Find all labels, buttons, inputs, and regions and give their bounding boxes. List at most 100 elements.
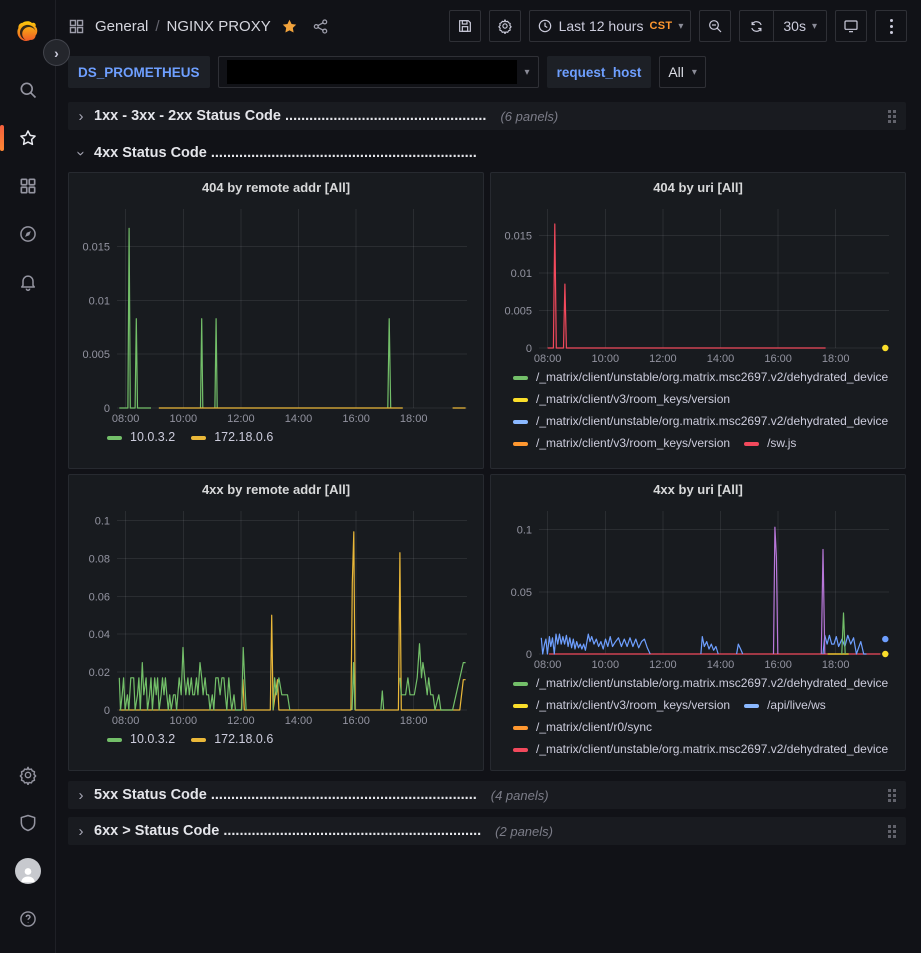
refresh-interval-dropdown[interactable]: 30s ▾: [773, 11, 826, 41]
legend-series-swatch: [513, 726, 528, 730]
legend-item[interactable]: /sw.js: [744, 436, 796, 451]
legend-series-swatch: [191, 436, 206, 440]
panel-title[interactable]: 404 by uri [All]: [499, 178, 897, 200]
svg-text:0.005: 0.005: [504, 305, 532, 317]
legend-item[interactable]: 172.18.0.6: [191, 732, 273, 747]
panel-title[interactable]: 4xx by uri [All]: [499, 480, 897, 502]
variable-label-request-host[interactable]: request_host: [547, 56, 652, 88]
svg-text:0.08: 0.08: [89, 553, 110, 565]
time-range-picker[interactable]: Last 12 hours CST ▾: [529, 10, 692, 42]
row-title: 1xx - 3xx - 2xx Status Code ............…: [94, 108, 486, 124]
legend-item[interactable]: /_matrix/client/unstable/org.matrix.msc2…: [513, 742, 888, 757]
legend-series-swatch: [107, 738, 122, 742]
breadcrumb-section[interactable]: General: [95, 18, 148, 35]
variable-label-ds-prometheus[interactable]: DS_PROMETHEUS: [68, 56, 210, 88]
legend-series-label: /_matrix/client/unstable/org.matrix.msc2…: [536, 414, 888, 429]
grafana-app: › General / NGINX PROXY: [0, 0, 921, 953]
sidebar-item-dashboards[interactable]: [6, 166, 50, 206]
svg-text:14:00: 14:00: [707, 659, 735, 671]
sidebar-item-server-admin[interactable]: [6, 803, 50, 843]
timeseries-chart[interactable]: 00.0050.010.01508:0010:0012:0014:0016:00…: [499, 200, 897, 366]
panel-title[interactable]: 404 by remote addr [All]: [77, 178, 475, 200]
legend-item[interactable]: /_matrix/client/v3/room_keys/version: [513, 436, 730, 451]
svg-text:10:00: 10:00: [170, 715, 198, 727]
variable-value-ds-prometheus[interactable]: ▾: [218, 56, 539, 88]
legend-item[interactable]: /_matrix/client/v3/room_keys/version: [513, 392, 730, 407]
refresh-group: 30s ▾: [739, 10, 827, 42]
dashboard-variables-bar: DS_PROMETHEUS ▾ request_host All ▾: [56, 52, 921, 92]
legend-item[interactable]: /_matrix/client/unstable/org.matrix.msc2…: [513, 676, 888, 691]
time-range-label: Last 12 hours: [559, 18, 644, 34]
sidebar-item-help[interactable]: [6, 899, 50, 939]
svg-text:12:00: 12:00: [227, 715, 255, 727]
legend-series-swatch: [513, 748, 528, 752]
legend-item[interactable]: /_matrix/client/unstable/org.matrix.msc2…: [513, 370, 888, 385]
legend-item[interactable]: 10.0.3.2: [107, 430, 175, 445]
legend-item[interactable]: 10.0.3.2: [107, 732, 175, 747]
row-drag-handle[interactable]: [886, 787, 898, 804]
svg-text:0: 0: [104, 403, 110, 415]
dashboards-breadcrumb-icon: [68, 18, 85, 35]
variable-selected-value: All: [668, 64, 684, 80]
sidebar-expand-button[interactable]: ›: [43, 39, 70, 66]
row-panel-count: (4 panels): [491, 788, 549, 803]
save-dashboard-button[interactable]: [449, 10, 481, 42]
svg-text:0.04: 0.04: [89, 629, 110, 641]
timeseries-chart[interactable]: 00.0050.010.01508:0010:0012:0014:0016:00…: [77, 200, 475, 426]
sidebar-item-search[interactable]: [6, 70, 50, 110]
timeseries-chart[interactable]: 00.050.108:0010:0012:0014:0016:0018:00: [499, 502, 897, 672]
expanded-chevron-icon: ›: [73, 148, 90, 158]
legend-item[interactable]: /_matrix/client/v3/room_keys/version: [513, 698, 730, 713]
share-icon[interactable]: [312, 18, 329, 35]
favorite-star-icon[interactable]: [281, 18, 298, 35]
dashboards-grid-icon: [18, 176, 38, 196]
gear-icon: [18, 765, 38, 785]
grafana-logo[interactable]: [6, 12, 50, 52]
row-header-4xx[interactable]: › 4xx Status Code ......................…: [68, 139, 906, 167]
row-drag-handle[interactable]: [886, 823, 898, 840]
row-header-6xx[interactable]: › 6xx > Status Code ....................…: [68, 817, 906, 845]
main-area: General / NGINX PROXY: [56, 0, 921, 953]
refresh-button[interactable]: [740, 11, 773, 41]
svg-text:14:00: 14:00: [707, 353, 735, 365]
legend-item[interactable]: /api/live/ws: [744, 698, 826, 713]
svg-text:14:00: 14:00: [285, 715, 313, 727]
tv-mode-button[interactable]: [835, 10, 867, 42]
svg-text:18:00: 18:00: [400, 715, 428, 727]
legend-series-label: 10.0.3.2: [130, 732, 175, 747]
breadcrumb-dashboard-title[interactable]: NGINX PROXY: [167, 18, 271, 35]
svg-text:16:00: 16:00: [342, 413, 370, 425]
row-header-5xx[interactable]: › 5xx Status Code ......................…: [68, 781, 906, 809]
panel-404-by-remote-addr: 404 by remote addr [All] 00.0050.010.015…: [68, 172, 484, 469]
sidebar-item-alerting[interactable]: [6, 262, 50, 302]
variable-value-request-host[interactable]: All ▾: [659, 56, 706, 88]
row-header-1xx-3xx-2xx[interactable]: › 1xx - 3xx - 2xx Status Code ..........…: [68, 102, 906, 130]
sidebar-item-starred[interactable]: [6, 118, 50, 158]
dashboard-settings-button[interactable]: [489, 10, 521, 42]
chevron-down-icon: ▾: [678, 21, 683, 32]
legend-item[interactable]: /_matrix/client/unstable/org.matrix.msc2…: [513, 414, 888, 429]
legend-item[interactable]: 172.18.0.6: [191, 430, 273, 445]
sidebar-item-profile[interactable]: [6, 851, 50, 891]
more-options-button[interactable]: [875, 10, 907, 42]
dashboard-canvas: › 1xx - 3xx - 2xx Status Code ..........…: [56, 92, 921, 953]
legend-series-label: /_matrix/client/unstable/org.matrix.msc2…: [536, 676, 888, 691]
svg-text:16:00: 16:00: [764, 353, 792, 365]
timeseries-chart[interactable]: 00.020.040.060.080.108:0010:0012:0014:00…: [77, 502, 475, 728]
sidebar-item-configuration[interactable]: [6, 755, 50, 795]
svg-text:0.01: 0.01: [89, 295, 110, 307]
svg-text:08:00: 08:00: [112, 715, 140, 727]
svg-text:08:00: 08:00: [112, 413, 140, 425]
chevron-down-icon: ▾: [692, 67, 697, 78]
svg-text:08:00: 08:00: [534, 353, 562, 365]
legend-series-label: /_matrix/client/unstable/org.matrix.msc2…: [536, 370, 888, 385]
panel-title[interactable]: 4xx by remote addr [All]: [77, 480, 475, 502]
svg-text:0.01: 0.01: [511, 268, 532, 280]
panel-404-by-uri: 404 by uri [All] 00.0050.010.01508:0010:…: [490, 172, 906, 469]
legend-series-label: /_matrix/client/r0/sync: [536, 720, 652, 735]
sidebar-bottom: [6, 755, 50, 953]
row-drag-handle[interactable]: [886, 108, 898, 125]
sidebar-item-explore[interactable]: [6, 214, 50, 254]
legend-item[interactable]: /_matrix/client/r0/sync: [513, 720, 652, 735]
zoom-out-button[interactable]: [699, 10, 731, 42]
